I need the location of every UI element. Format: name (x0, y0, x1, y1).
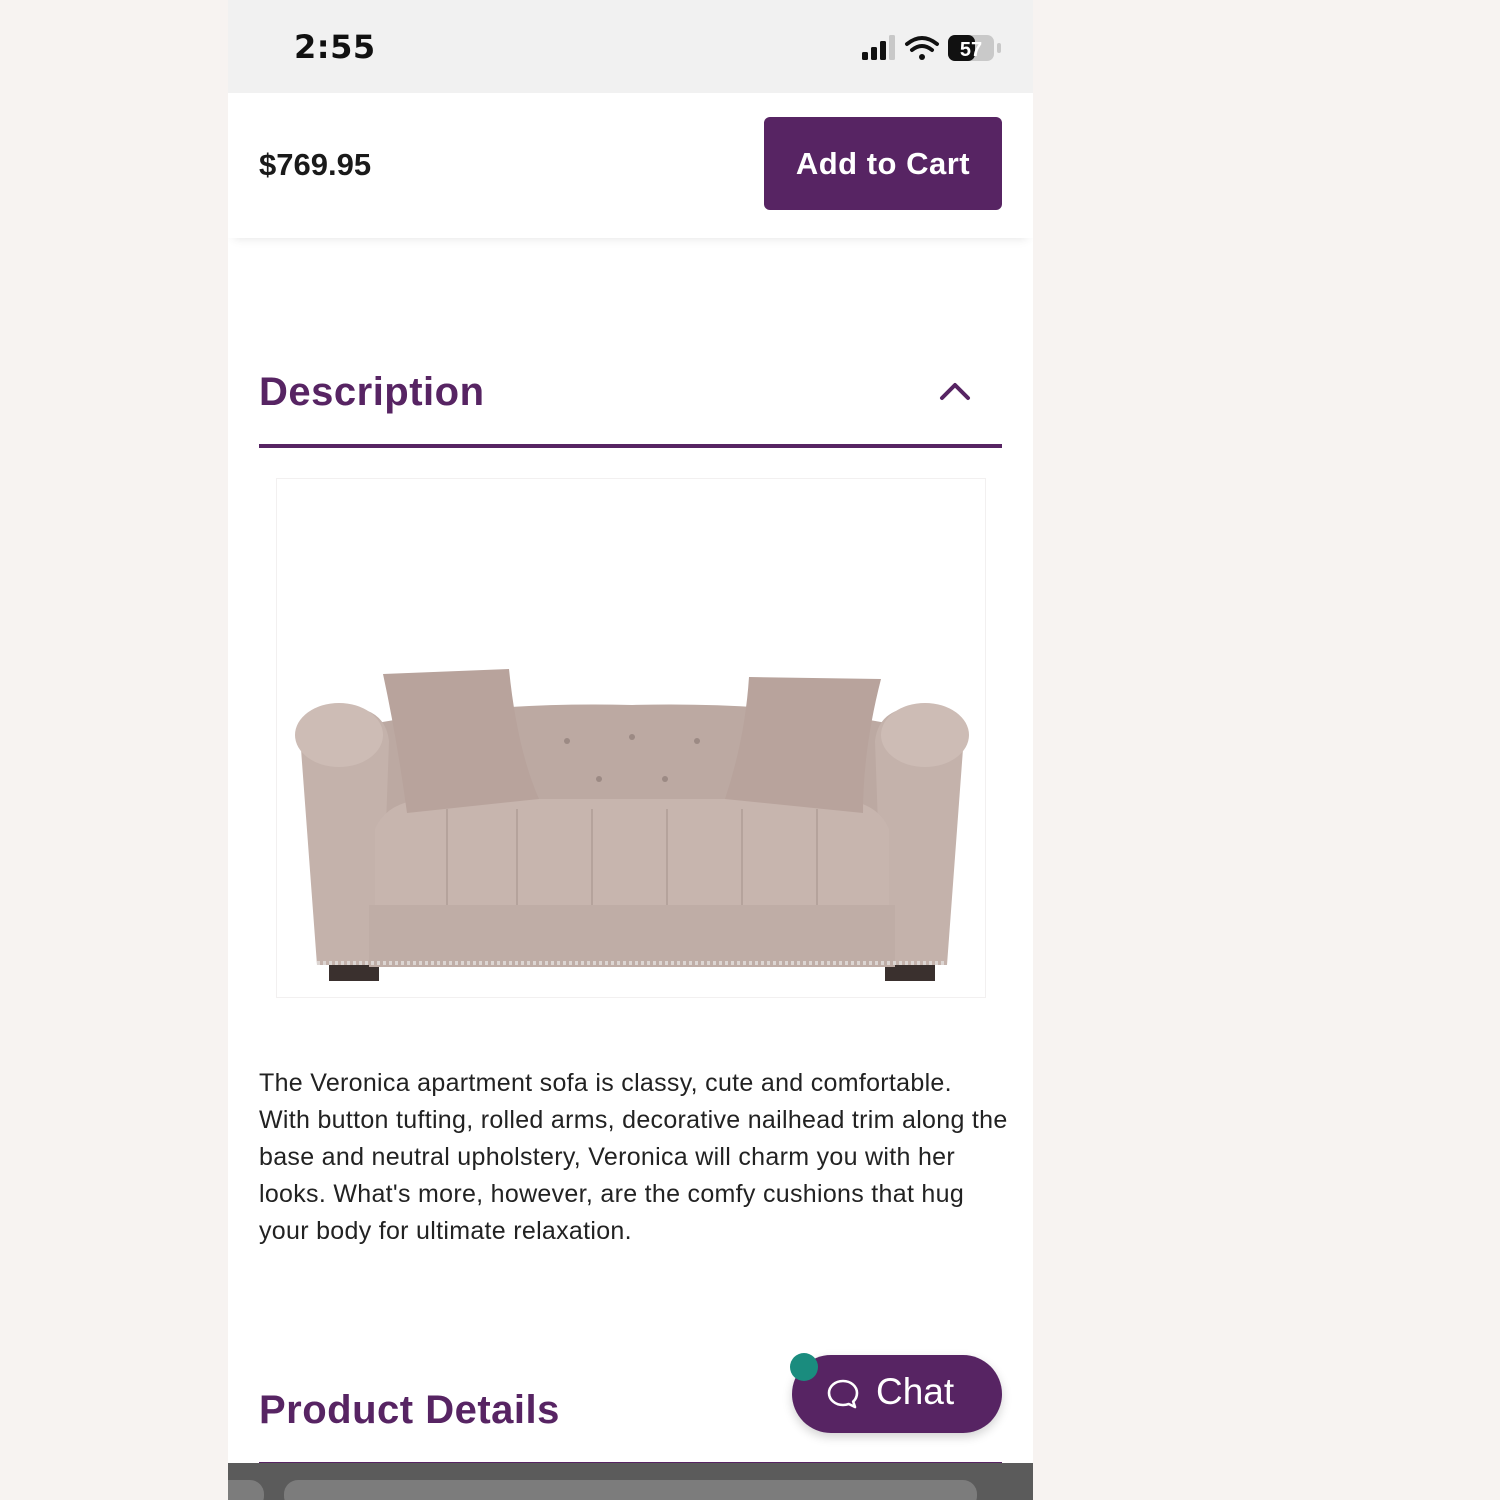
product-price: $769.95 (259, 147, 372, 182)
phone-screen: 2:55 57 $769.95 Add to Cart Description … (228, 0, 1033, 1500)
chat-online-indicator (790, 1353, 818, 1381)
bottom-tab-pill[interactable] (228, 1480, 264, 1500)
chat-button[interactable]: Chat (790, 1353, 1002, 1433)
status-bar: 2:55 57 (228, 0, 1033, 93)
description-section-header[interactable]: Description (259, 358, 1002, 448)
chat-bubble-icon (827, 1379, 859, 1409)
chat-label: Chat (876, 1371, 955, 1412)
signal-icon (862, 35, 895, 60)
chevron-up-icon[interactable] (935, 376, 975, 406)
product-image (276, 478, 986, 998)
status-time: 2:55 (294, 28, 376, 66)
description-title: Description (259, 370, 485, 414)
status-icons: 57 (862, 35, 1001, 61)
address-bar-pill[interactable] (284, 1480, 977, 1500)
battery-icon: 57 (948, 35, 1001, 61)
purchase-bar: $769.95 Add to Cart (228, 93, 1033, 238)
battery-level: 57 (960, 39, 982, 61)
add-to-cart-button[interactable]: Add to Cart (764, 117, 1002, 210)
browser-bottom-bar (228, 1463, 1033, 1500)
sofa-illustration (295, 669, 969, 981)
wifi-icon (905, 36, 939, 60)
product-description: The Veronica apartment sofa is classy, c… (259, 1069, 1008, 1245)
product-details-title: Product Details (259, 1388, 560, 1432)
